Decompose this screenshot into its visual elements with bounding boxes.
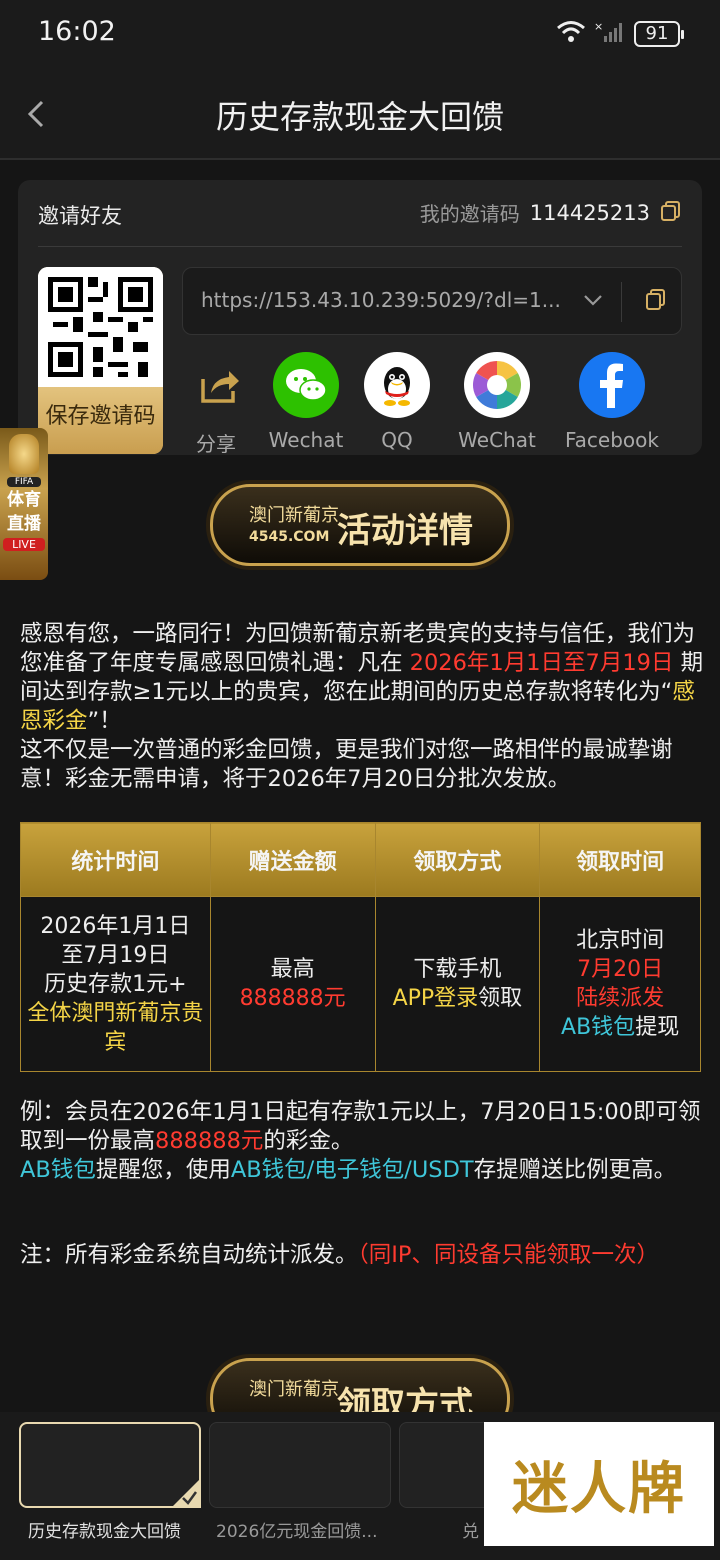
- invite-card: 邀请好友 我的邀请码 114425213 保存邀请码 https://153.4…: [18, 180, 702, 455]
- example-text: 例：会员在2026年1月1日起有存款1元以上，7月20日15:00即可领取到一份…: [20, 1099, 701, 1154]
- example-wallet: AB钱包: [20, 1157, 96, 1183]
- banner-brand: 澳门新葡京: [249, 505, 339, 526]
- signal-icon: ×: [594, 20, 626, 48]
- example-paragraph: 例：会员在2026年1月1日起有存款1元以上，7月20日15:00即可领取到一份…: [20, 1098, 705, 1185]
- live-label: LIVE: [3, 538, 45, 551]
- watermark-text: 迷人牌: [512, 1455, 686, 1522]
- status-bar: 16:02 × 91: [0, 0, 720, 70]
- qr-card: 保存邀请码: [38, 267, 163, 454]
- promo-tab-thumb[interactable]: [19, 1422, 201, 1508]
- invite-code: 114425213: [529, 200, 650, 225]
- invite-code-row: 我的邀请码 114425213: [420, 198, 682, 227]
- activity-details-banner: 澳门新葡京 4545.COM 活动详情: [210, 484, 510, 566]
- watermark-logo: 迷人牌: [484, 1422, 714, 1546]
- table-header: 领取时间: [539, 822, 701, 897]
- check-icon: [167, 1478, 201, 1508]
- promo-tab-label[interactable]: 2026亿元现金回馈...: [216, 1517, 388, 1542]
- copy-code-icon[interactable]: [660, 200, 682, 226]
- divider: [38, 246, 682, 247]
- example-amount: 888888元: [155, 1128, 264, 1154]
- banner-brand: 澳门新葡京: [249, 1379, 339, 1400]
- period-line: 至7月19日: [61, 942, 170, 968]
- badge-text-2: 直播: [7, 514, 41, 534]
- method-suffix: 领取: [478, 986, 523, 1011]
- share-facebook-label: Facebook: [565, 428, 659, 452]
- wechat-icon: [273, 352, 339, 418]
- promo-tab-thumb[interactable]: [209, 1422, 391, 1508]
- example-text: 提醒您，使用: [95, 1157, 231, 1183]
- sports-live-badge[interactable]: FIFA 体育 直播 LIVE: [0, 428, 48, 580]
- table-header: 统计时间: [20, 822, 211, 897]
- share-moments-button[interactable]: WeChat: [456, 352, 538, 452]
- share-label: 分享: [196, 432, 236, 455]
- time-dispatch: 陆续派发: [576, 986, 665, 1011]
- method-app: APP登录: [392, 986, 479, 1011]
- amount-prefix: 最高: [270, 957, 315, 982]
- share-qq-button[interactable]: QQ: [362, 352, 432, 452]
- share-icon: [186, 352, 252, 418]
- invite-title: 邀请好友: [38, 204, 122, 228]
- share-wechat-label: Wechat: [268, 428, 344, 452]
- note-warning: （同IP、同设备只能领取一次）: [357, 1242, 659, 1268]
- save-invite-code-button[interactable]: 保存邀请码: [38, 387, 163, 454]
- banner-title: 活动详情: [337, 511, 473, 551]
- badge-text-1: 体育: [7, 490, 41, 510]
- intro-text-2: 这不仅是一次普通的彩金回馈，更是我们对您一路相伴的最诚挚谢意！彩金无需申请，将于…: [20, 737, 673, 792]
- banner-domain: 4545.COM: [249, 529, 330, 545]
- share-wechat-button[interactable]: Wechat: [266, 352, 346, 452]
- page-title: 历史存款现金大回馈: [215, 98, 504, 136]
- time-date: 7月20日: [577, 957, 664, 982]
- table-cell-amount: 最高 888888元: [209, 896, 376, 1072]
- rules-table: 统计时间 赠送金额 领取方式 领取时间 2026年1月1日 至7月19日 历史存…: [20, 822, 701, 1072]
- example-text: 的彩金。: [263, 1128, 354, 1154]
- share-facebook-button[interactable]: Facebook: [562, 352, 662, 452]
- table-row: 2026年1月1日 至7月19日 历史存款1元+ 全体澳門新葡京贵宾 最高 88…: [20, 896, 701, 1072]
- invite-link: https://153.43.10.239:5029/?dl=1...: [201, 288, 561, 312]
- table-header: 领取方式: [374, 822, 541, 897]
- wifi-icon: [556, 20, 586, 48]
- fifa-label: FIFA: [7, 477, 41, 487]
- share-button[interactable]: 分享: [186, 352, 246, 455]
- qr-code: [38, 267, 163, 387]
- period-line: 历史存款1元+: [44, 971, 187, 997]
- time-line: 北京时间: [576, 928, 665, 953]
- table-cell-period: 2026年1月1日 至7月19日 历史存款1元+ 全体澳門新葡京贵宾: [20, 896, 211, 1072]
- intro-text: ”！: [87, 708, 122, 734]
- table-header: 赠送金额: [209, 822, 376, 897]
- invite-code-label: 我的邀请码: [419, 202, 520, 226]
- method-line: 下载手机: [413, 957, 502, 982]
- promo-tab-label[interactable]: 历史存款现金大回馈: [28, 1517, 198, 1542]
- amount-value: 888888元: [239, 986, 346, 1011]
- time-wallet: AB钱包: [561, 1015, 636, 1040]
- qq-icon: [364, 352, 430, 418]
- nav-bar: 历史存款现金大回馈: [0, 70, 720, 160]
- intro-date: 2026年1月1日至7月19日: [409, 650, 674, 676]
- chevron-down-icon[interactable]: [581, 288, 605, 316]
- period-line: 2026年1月1日: [40, 913, 191, 939]
- status-time: 16:02: [38, 16, 116, 47]
- facebook-icon: [579, 352, 645, 418]
- copy-link-icon[interactable]: [645, 288, 667, 316]
- note-text: 注：所有彩金系统自动统计派发。: [20, 1242, 358, 1268]
- time-suffix: 提现: [635, 1015, 680, 1040]
- table-cell-method: 下载手机 APP登录领取: [374, 896, 541, 1072]
- example-text: 存提赠送比例更高。: [473, 1157, 677, 1183]
- table-cell-time: 北京时间 7月20日 陆续派发 AB钱包提现: [539, 896, 701, 1072]
- period-target: 全体澳門新葡京贵宾: [27, 1000, 204, 1055]
- example-wallets: AB钱包/电子钱包/USDT: [230, 1157, 474, 1183]
- svg-text:×: ×: [594, 20, 603, 33]
- status-icons: × 91: [556, 20, 684, 48]
- moments-icon: [464, 352, 530, 418]
- battery-icon: 91: [634, 21, 684, 47]
- intro-paragraph: 感恩有您，一路同行！为回馈新葡京新老贵宾的支持与信任，我们为您准备了年度专属感恩…: [20, 620, 705, 794]
- invite-link-field[interactable]: https://153.43.10.239:5029/?dl=1...: [182, 267, 682, 335]
- divider: [621, 282, 622, 322]
- share-moments-label: WeChat: [458, 428, 536, 452]
- note-paragraph: 注：所有彩金系统自动统计派发。（同IP、同设备只能领取一次）: [20, 1241, 705, 1270]
- trophy-icon: [9, 434, 39, 474]
- share-qq-label: QQ: [381, 428, 413, 452]
- table-header-row: 统计时间 赠送金额 领取方式 领取时间: [20, 822, 701, 897]
